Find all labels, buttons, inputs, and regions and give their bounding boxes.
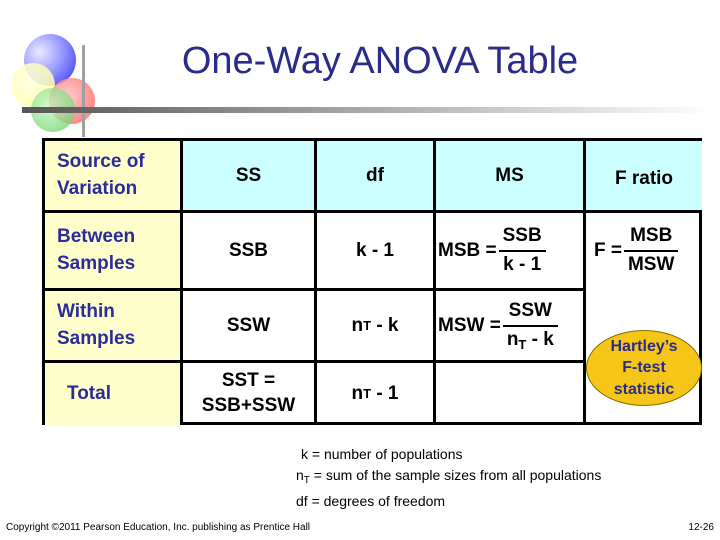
row-within-ms: MSW = SSW nT - k	[436, 291, 583, 361]
msw-denominator: nT - k	[503, 327, 558, 354]
total-ss-line2: SSB+SSW	[201, 395, 296, 416]
row-within-source: Within Samples	[45, 291, 180, 361]
row-total-ss: SST = SSB+SSW	[183, 363, 314, 425]
header-f-ratio: F ratio	[586, 141, 702, 211]
den-n: n	[506, 328, 519, 350]
df-n: n	[351, 382, 364, 404]
row-between-ss: SSB	[228, 239, 269, 261]
row-between-source-text: Between Samples	[57, 226, 136, 274]
note-df: df = degrees of freedom	[296, 491, 601, 512]
page-number: 12-26	[688, 522, 714, 533]
f-fraction: MSB MSW	[623, 223, 679, 278]
note-k: k = number of populations	[296, 444, 601, 465]
msw-numerator: SSW	[508, 300, 552, 322]
header-ss: SS	[183, 141, 314, 211]
note-symbol: df	[296, 493, 308, 509]
callout-line1: Hartley’s	[610, 337, 678, 355]
row-within-df: nT - k	[317, 291, 433, 361]
row-between-source: Between Samples	[45, 213, 180, 289]
row-total-df: nT - 1	[317, 363, 433, 425]
callout-line3: statistic	[613, 380, 675, 398]
row-within-source-text: Within Samples	[57, 301, 136, 349]
grid-line	[583, 141, 586, 422]
f-ratio-formula: F = MSB MSW	[586, 213, 702, 289]
grid-line	[45, 360, 586, 363]
den-rest: - k	[526, 328, 554, 350]
df-sub: T	[363, 317, 372, 333]
grid-line	[45, 288, 586, 291]
msw-label: MSW =	[438, 314, 501, 336]
msw-fraction: SSW nT - k	[502, 298, 558, 354]
msb-numerator: SSB	[502, 225, 542, 247]
msb-denominator: k - 1	[503, 254, 542, 275]
f-numerator: MSB	[630, 225, 673, 247]
header-ms: MS	[436, 141, 583, 211]
msb-fraction: SSB k - 1	[498, 223, 546, 278]
df-sub: T	[363, 385, 372, 401]
decor-horizontal-bar	[22, 107, 712, 113]
header-df: df	[317, 141, 433, 211]
f-denominator: MSW	[627, 254, 675, 275]
grid-line	[314, 141, 317, 422]
row-within-ss: SSW	[226, 314, 271, 336]
note-text: = number of populations	[308, 446, 463, 462]
hartley-callout: Hartley’s F-test statistic	[586, 330, 702, 406]
slide-title: One-Way ANOVA Table	[181, 40, 579, 82]
f-label: F =	[594, 239, 622, 261]
df-rest: - 1	[371, 382, 399, 404]
grid-line	[433, 141, 436, 422]
msb-label: MSB =	[438, 239, 497, 261]
note-text: = degrees of freedom	[307, 493, 446, 509]
row-between-ms: MSB = SSB k - 1	[436, 213, 583, 289]
definitions: k = number of populations nT = sum of th…	[296, 444, 601, 512]
callout-line2: F-test	[622, 359, 666, 377]
header-source: Source of Variation	[45, 141, 180, 211]
grid-line	[45, 210, 702, 213]
note-symbol: n	[296, 467, 304, 483]
df-rest: - k	[371, 314, 399, 336]
row-total-source: Total	[45, 363, 180, 425]
copyright: Copyright ©2011 Pearson Education, Inc. …	[6, 522, 311, 533]
total-ss-line1: SST =	[221, 370, 276, 392]
df-n: n	[351, 314, 364, 336]
grid-line	[180, 141, 183, 422]
note-symbol: k	[301, 446, 308, 462]
header-source-text: Source of Variation	[57, 151, 145, 199]
note-text: = sum of the sample sizes from all popul…	[309, 467, 602, 483]
note-nt: nT = sum of the sample sizes from all po…	[296, 465, 601, 491]
row-between-df: k - 1	[355, 239, 395, 261]
